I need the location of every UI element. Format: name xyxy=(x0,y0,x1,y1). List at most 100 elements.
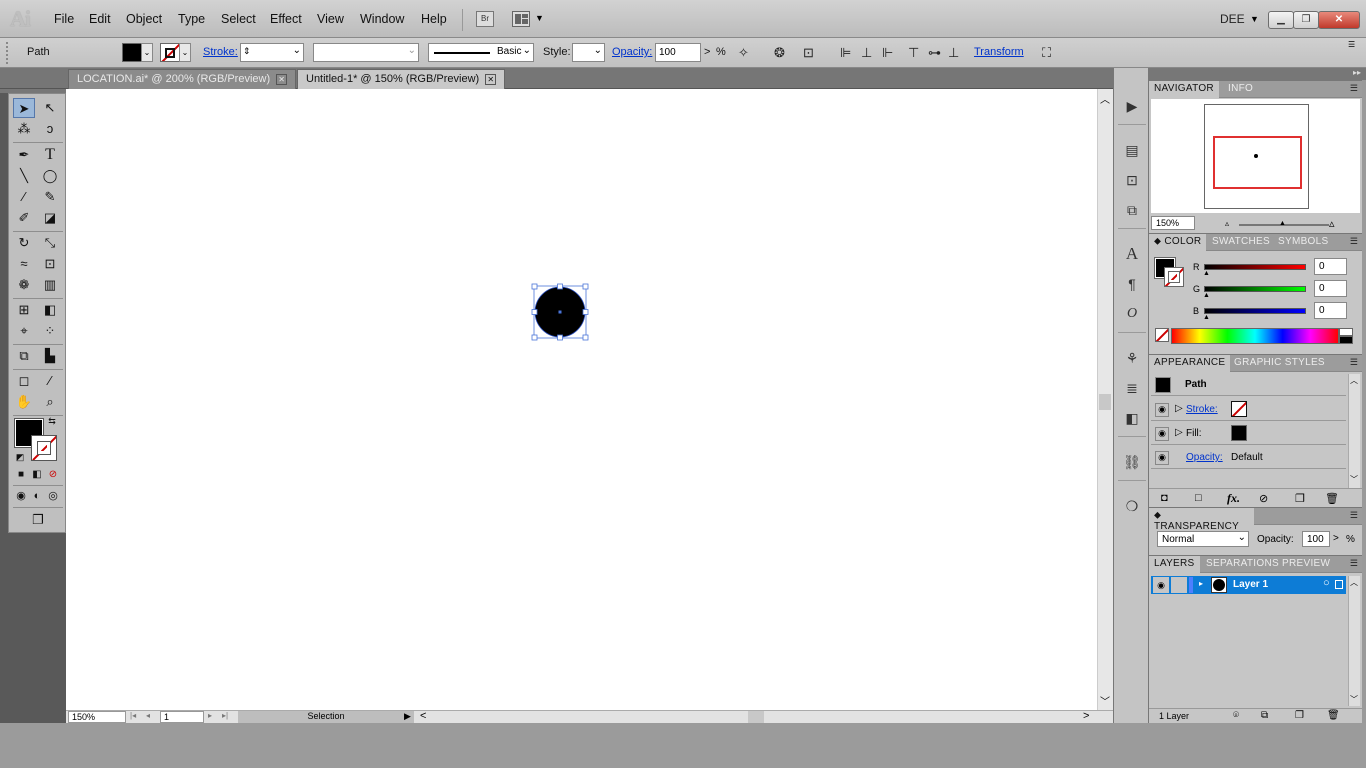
tab-untitled-1[interactable]: Untitled-1* @ 150% (RGB/Preview) ✕ xyxy=(297,69,506,89)
scroll-up-icon[interactable]: ︿ xyxy=(1350,577,1358,588)
menu-view[interactable]: View xyxy=(317,12,344,26)
blend-tool-icon[interactable]: ⁘ xyxy=(39,321,61,341)
add-stroke-icon[interactable]: ◘ xyxy=(1161,492,1168,504)
appearance-stroke-link[interactable]: Stroke: xyxy=(1186,404,1218,415)
white-swatch[interactable] xyxy=(1339,328,1353,336)
next-artboard-icon[interactable]: ▸ xyxy=(208,711,212,720)
clear-appearance-icon[interactable]: ⊘ xyxy=(1259,492,1268,505)
visibility-eye-icon[interactable]: ◉ xyxy=(1155,451,1169,465)
stroke-none-icon[interactable] xyxy=(31,435,57,461)
blend-mode-caret-icon[interactable]: ⌄ xyxy=(1238,532,1246,543)
fill-swatch[interactable] xyxy=(122,43,142,62)
blue-channel-field[interactable]: 0 xyxy=(1314,302,1347,319)
navigator-zoom-field[interactable]: 150% xyxy=(1151,216,1195,230)
layer-row[interactable]: ◉ ▸ Layer 1 ○ xyxy=(1151,576,1346,594)
navigator-zoom-thumb[interactable]: ▲ xyxy=(1279,220,1286,227)
transform-panel-link[interactable]: Transform xyxy=(974,46,1024,58)
tab-layers[interactable]: LAYERS xyxy=(1149,556,1200,573)
blue-channel-slider[interactable] xyxy=(1204,308,1306,314)
menu-type[interactable]: Type xyxy=(178,12,205,26)
layer-visibility-eye-icon[interactable]: ◉ xyxy=(1153,577,1169,593)
color-mode-icon[interactable]: ■ xyxy=(13,468,29,482)
tab-transparency[interactable]: ⬥ TRANSPARENCY xyxy=(1149,508,1254,532)
zoom-out-icon[interactable]: ▵ xyxy=(1225,219,1229,228)
workspace-caret-icon[interactable]: ▼ xyxy=(1250,14,1259,24)
locate-object-icon[interactable]: ⌾ xyxy=(1233,710,1239,721)
control-bar-grip[interactable] xyxy=(6,42,9,64)
delete-layer-icon[interactable]: 🗑 xyxy=(1327,710,1340,721)
tab-separations-preview[interactable]: SEPARATIONS PREVIEW xyxy=(1201,556,1335,573)
red-slider-thumb[interactable]: ▲ xyxy=(1203,270,1210,277)
panel-menu-icon[interactable]: ☰ xyxy=(1350,510,1358,521)
align-bottom-icon[interactable]: ⊥ xyxy=(948,45,959,61)
opacity-slider-arrow[interactable]: > xyxy=(704,46,710,58)
recolor-artwork-icon[interactable]: ✧ xyxy=(738,45,749,61)
brush-caret-icon[interactable]: ⌄ xyxy=(523,45,531,56)
menu-help[interactable]: Help xyxy=(421,12,447,26)
character-panel-icon[interactable]: A xyxy=(1122,244,1142,264)
tab-graphic-styles[interactable]: GRAPHIC STYLES xyxy=(1229,355,1330,372)
free-transform-tool-icon[interactable]: ⊡ xyxy=(39,254,61,274)
align-middle-icon[interactable]: ⊶ xyxy=(928,45,941,61)
selection-tool-icon[interactable]: ➤ xyxy=(13,98,35,118)
direct-selection-tool-icon[interactable]: ↖ xyxy=(39,98,61,118)
brushes-panel-icon[interactable]: ⚘ xyxy=(1122,348,1142,368)
gradient-mode-icon[interactable]: ◧ xyxy=(29,468,45,482)
horizontal-scroll-thumb[interactable] xyxy=(748,711,764,723)
layer-expand-icon[interactable]: ▸ xyxy=(1199,579,1203,588)
stroke-swatch-none-icon[interactable] xyxy=(160,43,180,62)
tab-symbols[interactable]: SYMBOLS xyxy=(1273,234,1333,251)
eyedropper-tool-icon[interactable]: ⌖ xyxy=(13,321,35,341)
navigator-preview[interactable] xyxy=(1151,99,1360,213)
perspective-grid-tool-icon[interactable]: ▥ xyxy=(39,275,61,295)
blob-brush-tool-icon[interactable]: ✐ xyxy=(13,208,35,228)
eraser-tool-icon[interactable]: ◪ xyxy=(39,208,61,228)
vertical-scroll-thumb[interactable] xyxy=(1099,394,1111,410)
scroll-down-icon[interactable]: ﹀ xyxy=(1100,693,1110,708)
none-mode-icon[interactable]: ⊘ xyxy=(45,468,61,482)
menu-select[interactable]: Select xyxy=(221,12,256,26)
tab-location-ai[interactable]: LOCATION.ai* @ 200% (RGB/Preview) ✕ xyxy=(68,69,297,89)
appearance-scrollbar[interactable]: ︿ ﹀ xyxy=(1348,374,1360,488)
stroke-weight-field[interactable]: ⇕ ⌄ xyxy=(240,43,304,62)
appearance-fill-swatch[interactable] xyxy=(1231,425,1247,441)
variable-width-caret-icon[interactable]: ⌄ xyxy=(408,45,416,56)
red-channel-field[interactable]: 0 xyxy=(1314,258,1347,275)
line-tool-icon[interactable]: ╲ xyxy=(13,166,35,186)
gradient-panel-icon[interactable]: ◧ xyxy=(1122,408,1142,428)
draw-behind-icon[interactable]: ◐ xyxy=(29,488,45,504)
variable-width-profile[interactable]: ⌄ xyxy=(313,43,419,62)
tab-swatches[interactable]: SWATCHES xyxy=(1207,234,1275,251)
rotate-tool-icon[interactable]: ↻ xyxy=(13,233,35,253)
layers-scrollbar[interactable]: ︿ ﹀ xyxy=(1348,576,1360,706)
type-tool-icon[interactable]: T xyxy=(39,145,61,165)
tab-navigator[interactable]: NAVIGATOR xyxy=(1149,81,1219,98)
scroll-left-icon[interactable]: < xyxy=(420,710,426,722)
control-bar-options-icon[interactable]: ⛶ xyxy=(1042,45,1051,61)
stroke-dropdown[interactable]: ⌄ xyxy=(179,43,191,62)
pen-tool-icon[interactable]: ✒ xyxy=(13,145,35,165)
image-trace-panel-icon[interactable]: ❍ xyxy=(1122,496,1142,516)
stroke-panel-link[interactable]: Stroke: xyxy=(203,46,238,58)
panel-menu-icon[interactable]: ☰ xyxy=(1350,357,1358,368)
stroke-weight-spinner-icon[interactable]: ⇕ xyxy=(243,46,251,57)
stroke-panel-icon[interactable]: ≣ xyxy=(1122,378,1142,398)
pathfinder-panel-icon[interactable]: ⧉ xyxy=(1122,200,1142,220)
panel-menu-icon[interactable]: ☰ xyxy=(1350,83,1358,94)
color-none-icon[interactable] xyxy=(1155,328,1169,342)
graphic-style-picker[interactable]: ⌄ xyxy=(572,43,605,62)
graphic-style-caret-icon[interactable]: ⌄ xyxy=(594,45,602,56)
align-center-icon[interactable]: ⊥ xyxy=(861,45,872,61)
status-mode[interactable]: Selection xyxy=(238,711,414,723)
layer-selection-indicator[interactable] xyxy=(1335,580,1343,589)
magic-wand-tool-icon[interactable]: ⁂ xyxy=(13,119,35,139)
menu-file[interactable]: File xyxy=(54,12,74,26)
duplicate-item-icon[interactable]: ❐ xyxy=(1295,492,1305,505)
previous-artboard-icon[interactable]: ◂ xyxy=(146,711,150,720)
draw-inside-icon[interactable]: ◎ xyxy=(45,488,61,504)
menu-object[interactable]: Object xyxy=(126,12,162,26)
transparency-opacity-field[interactable]: 100 xyxy=(1302,531,1330,547)
menu-window[interactable]: Window xyxy=(360,12,404,26)
green-channel-field[interactable]: 0 xyxy=(1314,280,1347,297)
paintbrush-tool-icon[interactable]: ∕ xyxy=(13,187,35,207)
